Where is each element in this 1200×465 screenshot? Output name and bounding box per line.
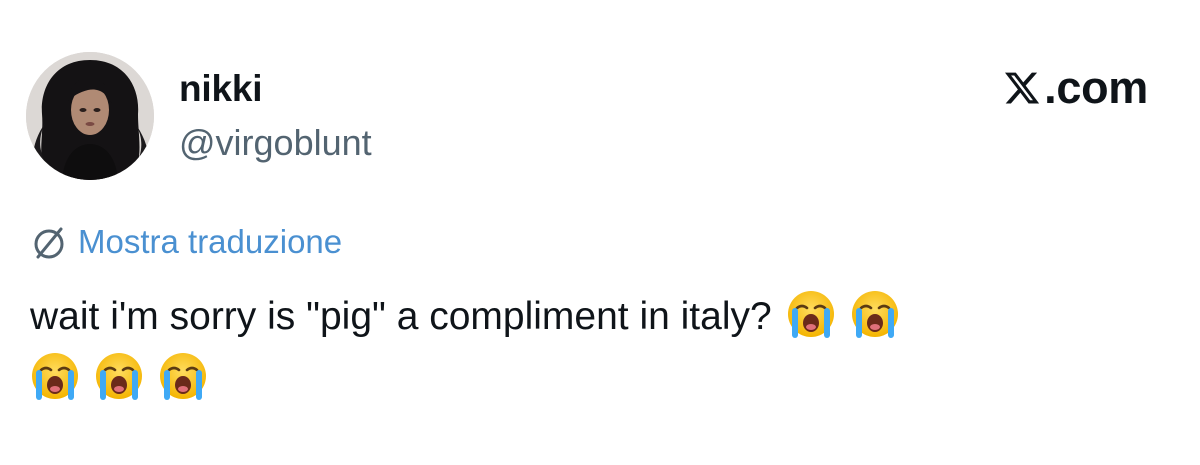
globe-icon — [34, 227, 64, 259]
tweet-text: wait i'm sorry is "pig" a compliment in … — [30, 286, 1160, 410]
tweet-text-content: wait i'm sorry is "pig" a compliment in … — [30, 295, 772, 338]
x-logo-icon — [1005, 72, 1040, 104]
avatar[interactable] — [26, 52, 154, 180]
tweet-card: nikki @virgoblunt .com Mostra traduzione… — [0, 0, 1200, 465]
loudly-crying-face-icon — [158, 351, 208, 401]
loudly-crying-face-icon — [850, 289, 900, 339]
author-display-name[interactable]: nikki — [179, 67, 263, 111]
author-handle[interactable]: @virgoblunt — [179, 121, 372, 165]
brand-watermark: .com — [1003, 64, 1148, 112]
loudly-crying-face-icon — [94, 351, 144, 401]
avatar-image — [26, 52, 154, 180]
show-translation-link[interactable]: Mostra traduzione — [30, 220, 342, 264]
loudly-crying-face-icon — [30, 351, 80, 401]
brand-label: .com — [1044, 62, 1148, 113]
loudly-crying-face-icon — [786, 289, 836, 339]
show-translation-label: Mostra traduzione — [78, 223, 343, 260]
